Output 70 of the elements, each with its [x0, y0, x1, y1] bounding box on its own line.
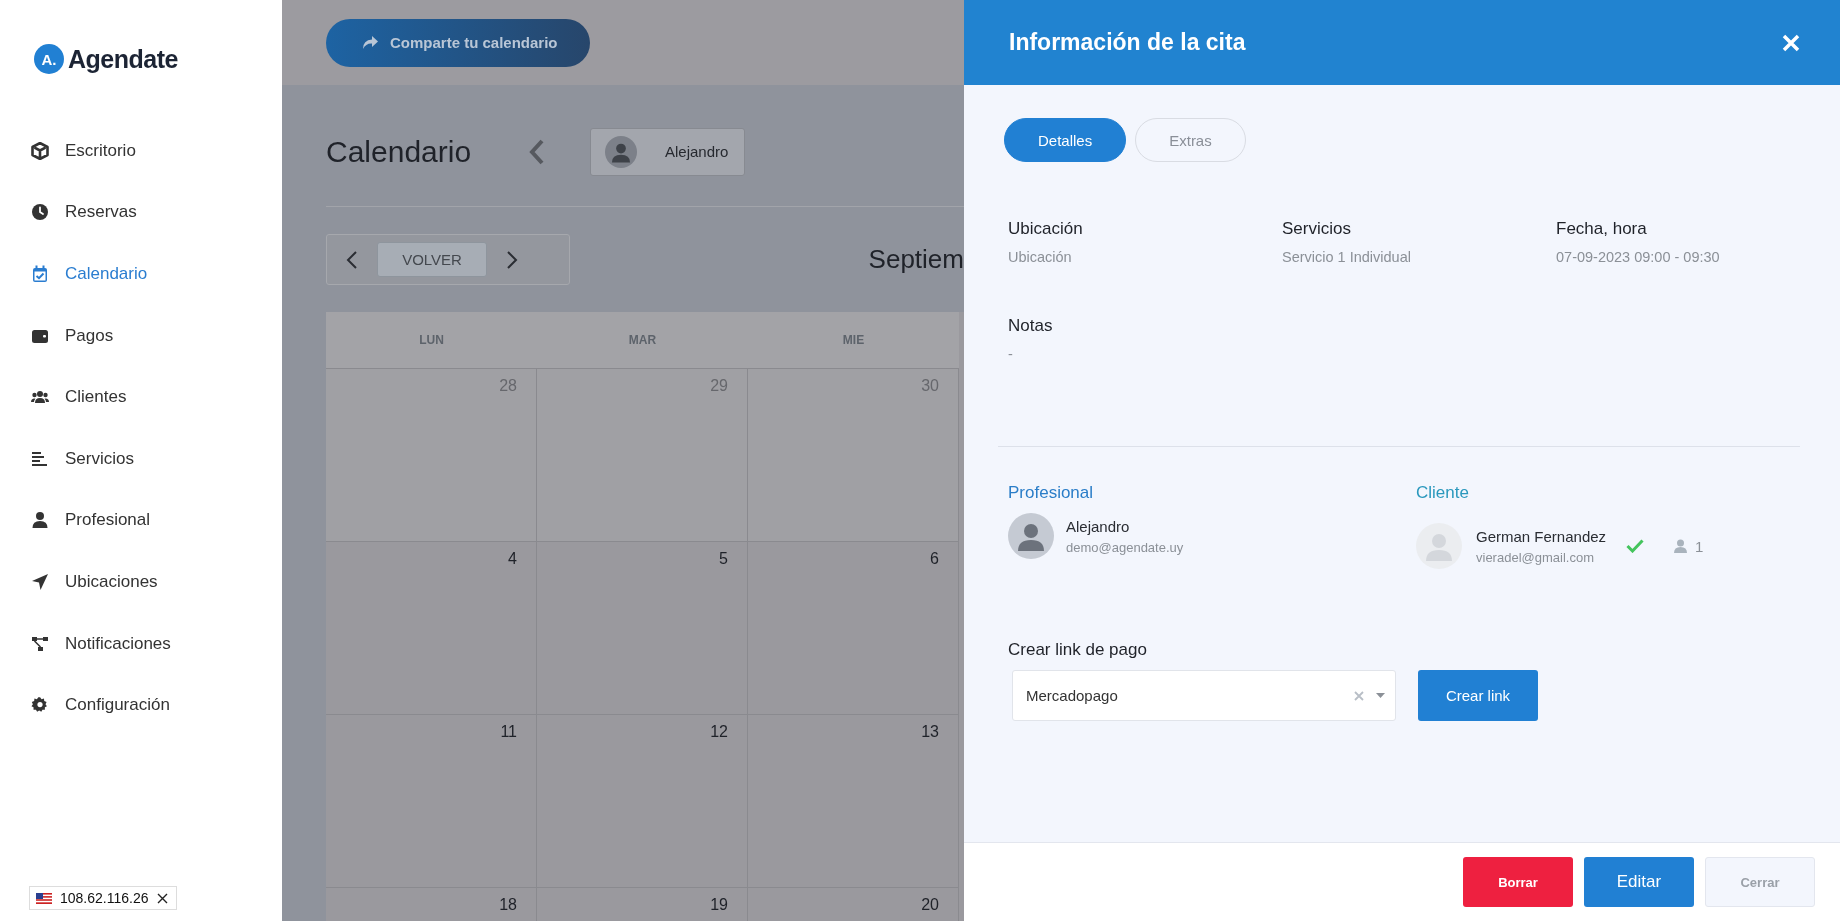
sidebar-item[interactable]: Escritorio	[0, 120, 282, 182]
day-cell[interactable]: 6	[748, 542, 959, 715]
logo-text: Agendate	[68, 44, 178, 74]
delete-button[interactable]: Borrar	[1463, 857, 1573, 907]
sidebar-item[interactable]: Pagos	[0, 304, 282, 367]
create-link-button[interactable]: Crear link	[1418, 670, 1538, 721]
sidebar-item[interactable]: Clientes	[0, 366, 282, 428]
caret-icon	[1376, 693, 1385, 698]
person-name: German Fernandez	[1476, 527, 1607, 545]
section-label: Crear link de pago	[1008, 640, 1148, 660]
field-label: Servicios	[1282, 219, 1352, 239]
user-icon	[31, 511, 49, 530]
weekday-header: LUN	[326, 312, 537, 369]
payment-method-select[interactable]: Mercadopago	[1012, 670, 1396, 721]
logo-mark: A.	[34, 44, 64, 74]
tab[interactable]: Detalles	[1004, 118, 1127, 162]
weekday-header: MIE	[748, 312, 959, 369]
field-value: Ubicación	[1008, 249, 1073, 265]
day-cell[interactable]: 18	[326, 888, 537, 921]
section-heading: Cliente	[1416, 483, 1470, 503]
day-cell[interactable]: 5	[537, 542, 748, 715]
next-icon[interactable]	[505, 250, 519, 269]
field-value: -	[1008, 346, 1014, 362]
sidebar-item[interactable]: Profesional	[0, 489, 282, 552]
section-heading: Profesional	[1008, 483, 1095, 503]
month-title: Septiem	[868, 244, 964, 275]
today-button[interactable]: VOLVER	[377, 242, 487, 277]
day-cell[interactable]: 12	[537, 715, 748, 888]
share-button[interactable]: Comparte tu calendario	[326, 18, 590, 67]
field-label: Notas	[1008, 316, 1054, 336]
user-icon	[1674, 539, 1688, 553]
sidebar-item[interactable]: Calendario	[0, 243, 282, 305]
sidebar-item[interactable]: Servicios	[0, 427, 282, 490]
day-cell[interactable]: 11	[326, 715, 537, 888]
person-name: Alejandro	[1066, 517, 1131, 535]
clock-icon	[31, 203, 49, 222]
share-icon	[362, 35, 378, 50]
field-value: Servicio 1 Individual	[1282, 249, 1412, 265]
day-cell[interactable]: 19	[537, 888, 748, 921]
field-label: Ubicación	[1008, 219, 1084, 239]
edit-button[interactable]: Editar	[1584, 857, 1694, 907]
sidebar-item[interactable]: Ubicaciones	[0, 551, 282, 613]
close-icon[interactable]	[156, 892, 168, 904]
sidebar-item[interactable]: Configuración	[0, 674, 282, 736]
field-value: 07-09-2023 09:00 - 09:30	[1556, 249, 1721, 265]
gear-icon	[31, 696, 49, 715]
previous-icon[interactable]	[345, 250, 359, 269]
professional-selector[interactable]: Alejandro	[590, 127, 745, 176]
sitemap-icon	[31, 634, 49, 653]
person-email: demo@agendate.uy	[1066, 539, 1184, 555]
calendar-icon	[31, 265, 49, 283]
page-title: Calendario	[326, 134, 473, 169]
arrow-icon	[31, 572, 49, 591]
cube-icon	[31, 141, 49, 160]
panel-title: Información de la cita	[1009, 29, 1247, 56]
avatar-icon	[1008, 513, 1054, 559]
field-label: Fecha, hora	[1556, 219, 1648, 239]
weekday-header: MAR	[537, 312, 748, 369]
lines-icon	[31, 449, 49, 468]
avatar-icon	[1416, 523, 1462, 569]
ip-address: 108.62.116.26	[60, 890, 149, 906]
day-cell[interactable]: 20	[748, 888, 959, 921]
day-cell[interactable]: 4	[326, 542, 537, 715]
avatar-icon	[605, 135, 637, 168]
participant-count: 1	[1695, 537, 1704, 555]
person-email: vieradel@gmail.com	[1476, 549, 1595, 565]
sidebar-item[interactable]: Notificaciones	[0, 612, 282, 675]
flag-icon	[36, 892, 52, 904]
day-cell[interactable]: 13	[748, 715, 959, 888]
sidebar-item[interactable]: Reservas	[0, 181, 282, 244]
